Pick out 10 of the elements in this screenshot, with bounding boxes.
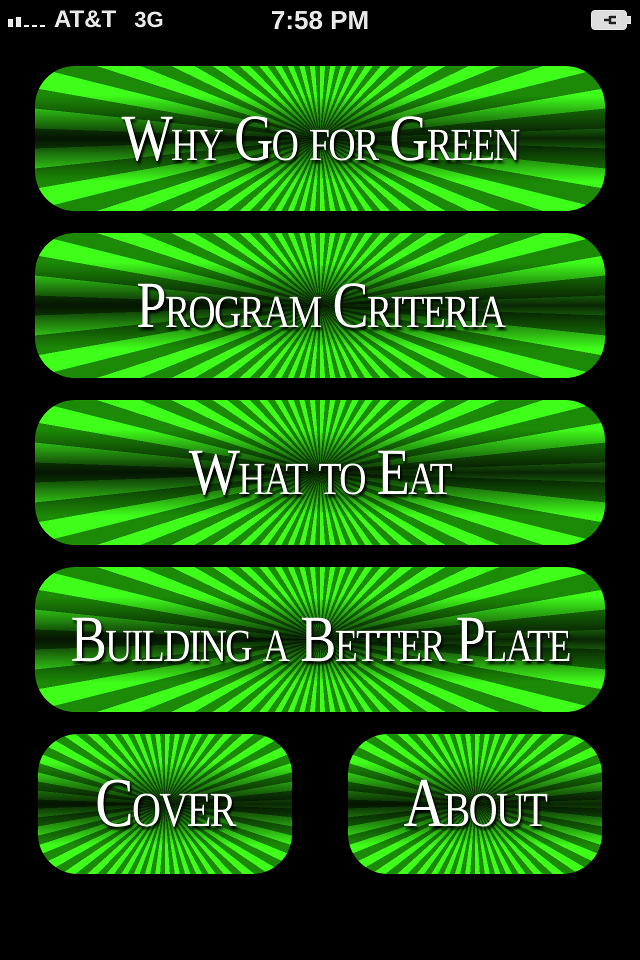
- clock-time: 7:58 PM: [270, 4, 370, 36]
- carrier-name: AT&T: [54, 6, 116, 34]
- battery-icon: [590, 9, 632, 31]
- menu-button[interactable]: Building a Better Plate: [35, 567, 605, 712]
- menu-button[interactable]: Why Go for Green: [35, 66, 605, 211]
- nav-button[interactable]: Cover: [38, 734, 292, 874]
- menu-button[interactable]: What to Eat: [35, 400, 605, 545]
- menu-button[interactable]: Program Criteria: [35, 233, 605, 378]
- network-type: 3G: [134, 7, 164, 33]
- nav-button[interactable]: About: [348, 734, 602, 874]
